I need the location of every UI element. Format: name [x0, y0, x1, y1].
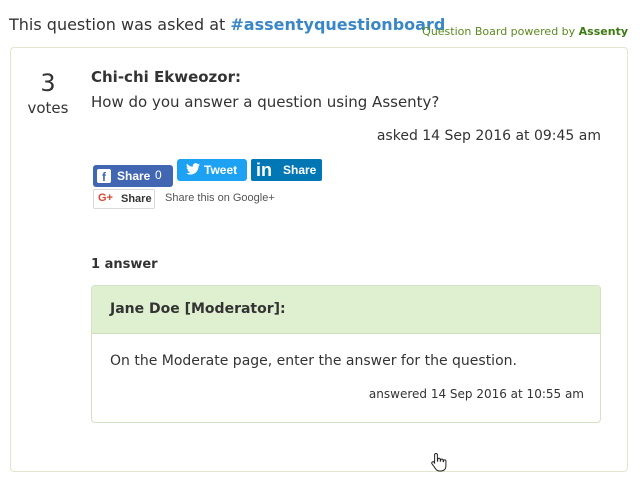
hand-pointer-cursor-icon [430, 452, 448, 472]
question-asker: Chi-chi Ekweozor: [91, 68, 241, 86]
facebook-share-count: 0 [155, 168, 162, 182]
answers-count-heading: 1 answer [91, 257, 158, 272]
asked-at-prefix: This question was asked at [9, 15, 231, 34]
twitter-tweet-label: Tweet [204, 163, 238, 177]
answer-text: On the Moderate page, enter the answer f… [110, 353, 517, 369]
powered-by-prefix: Question Board powered by [422, 25, 579, 38]
twitter-bird-icon [186, 162, 200, 178]
answered-timestamp: answered 14 Sep 2016 at 10:55 am [368, 387, 584, 401]
page-header: This question was asked at #assentyquest… [0, 0, 640, 44]
linkedin-icon: in [256, 160, 272, 180]
asked-at-text: This question was asked at #assentyquest… [9, 15, 445, 34]
powered-by: Question Board powered by Assenty [422, 25, 628, 38]
question-panel: 3 votes Chi-chi Ekweozor: How do you ans… [10, 47, 628, 472]
votes-label: votes [27, 99, 69, 117]
google-plus-share-label: Share [121, 193, 152, 205]
votes-number: 3 [40, 69, 56, 97]
hashtag-link[interactable]: #assentyquestionboard [230, 15, 445, 34]
answer-header: Jane Doe [Moderator]: [92, 286, 600, 334]
vote-count: 3 votes [11, 68, 85, 118]
powered-by-brand-link[interactable]: Assenty [579, 25, 628, 38]
google-plus-share-button[interactable]: G+ Share [93, 189, 155, 209]
answer-author: Jane Doe [Moderator]: [110, 301, 286, 317]
facebook-icon: f [97, 169, 111, 184]
answer-card: Jane Doe [Moderator]: On the Moderate pa… [91, 285, 601, 423]
asked-timestamp: asked 14 Sep 2016 at 09:45 am [376, 128, 601, 144]
google-plus-share-text: Share this on Google+ [165, 192, 275, 204]
linkedin-share-label: Share [283, 163, 317, 177]
twitter-tweet-button[interactable]: Tweet [177, 159, 247, 181]
question-text: How do you answer a question using Assen… [91, 93, 440, 111]
linkedin-share-button[interactable]: in Share [251, 159, 322, 181]
facebook-share-button[interactable]: f Share 0 [93, 165, 173, 187]
facebook-share-label: Share [117, 169, 151, 183]
google-plus-icon: G+ [98, 192, 113, 204]
